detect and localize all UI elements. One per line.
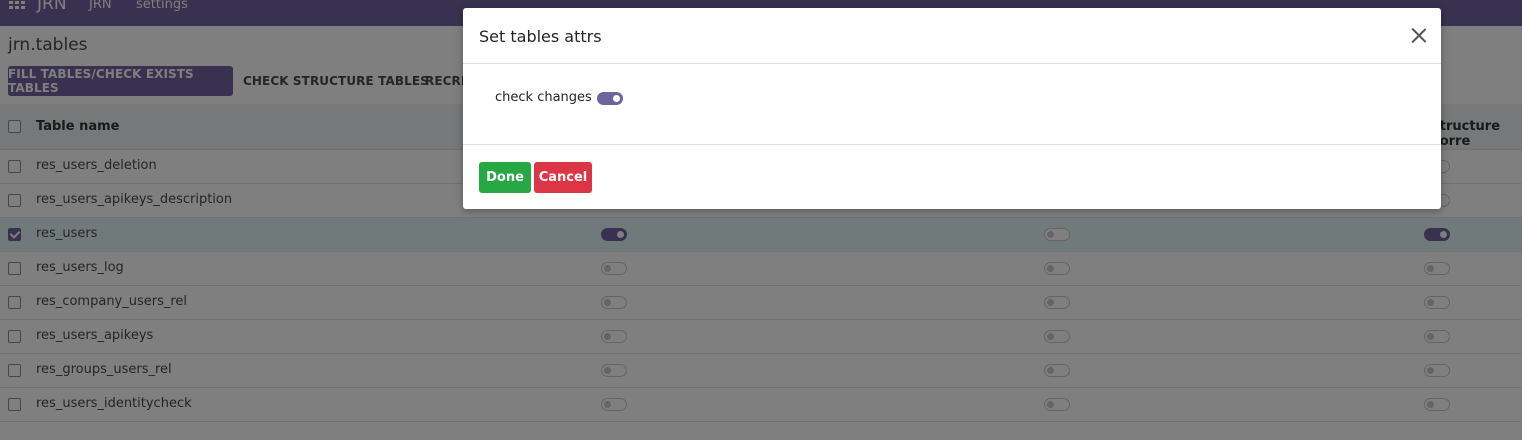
set-tables-attrs-dialog: Set tables attrs check changes Done Canc… — [463, 8, 1441, 209]
modal-header: Set tables attrs — [463, 8, 1441, 64]
modal-footer: Done Cancel — [463, 144, 1441, 209]
done-button[interactable]: Done — [479, 162, 531, 193]
cancel-button[interactable]: Cancel — [534, 162, 592, 193]
close-icon[interactable] — [1411, 27, 1427, 43]
check-changes-label: check changes — [495, 90, 592, 105]
check-changes-toggle[interactable] — [597, 92, 623, 105]
modal-title: Set tables attrs — [479, 27, 602, 46]
